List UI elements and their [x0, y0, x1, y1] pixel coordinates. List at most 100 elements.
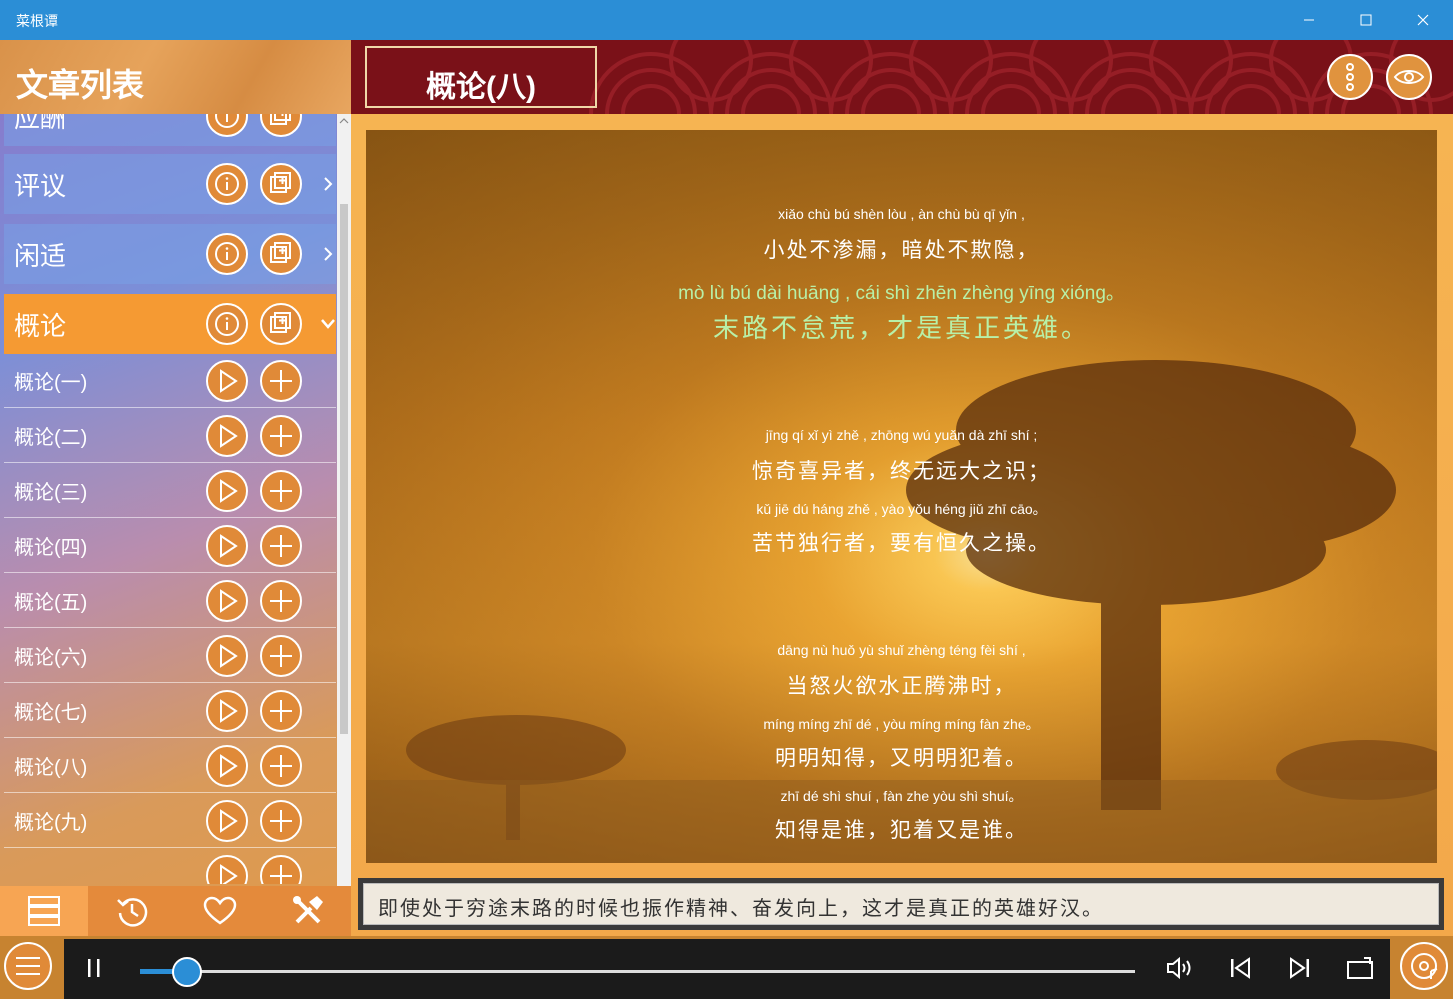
info-button[interactable] — [206, 233, 248, 275]
add-button[interactable] — [260, 634, 302, 677]
pause-button[interactable] — [80, 952, 108, 984]
list-item[interactable]: 概论(九) — [4, 794, 336, 848]
play-button[interactable] — [206, 855, 248, 884]
play-icon — [220, 588, 238, 613]
history-icon — [117, 898, 148, 927]
app-title: 菜根谭 — [16, 13, 58, 29]
add-all-icon — [270, 172, 291, 193]
previous-button[interactable] — [1222, 950, 1258, 986]
add-button[interactable] — [260, 855, 302, 884]
list-item[interactable]: 概论(六) — [4, 629, 336, 683]
add-button[interactable] — [260, 799, 302, 842]
play-button[interactable] — [206, 579, 248, 622]
category-row-pingyi[interactable]: 评议 — [4, 154, 336, 214]
scrollbar-thumb[interactable] — [340, 204, 348, 734]
info-icon — [215, 312, 239, 336]
play-button[interactable] — [206, 634, 248, 677]
eye-icon — [1393, 70, 1425, 84]
pinyin-line: jīng qí xǐ yì zhě , zhōng wú yuǎn dà zhī… — [765, 427, 1038, 443]
list-item[interactable]: 概论(三) — [4, 464, 336, 518]
music-disc-button[interactable] — [1400, 942, 1448, 990]
category-row-xianshi[interactable]: 闲适 — [4, 224, 336, 284]
list-item[interactable]: 概论(二) — [4, 409, 336, 463]
next-button[interactable] — [1282, 950, 1318, 986]
tab-settings[interactable] — [264, 886, 351, 936]
list-item[interactable]: 概论(五) — [4, 574, 336, 628]
close-icon — [1417, 14, 1429, 26]
add-button[interactable] — [260, 689, 302, 732]
play-button[interactable] — [206, 744, 248, 787]
chevron-right-icon — [320, 244, 336, 264]
category-row-gailun[interactable]: 概论 — [4, 294, 336, 354]
sidebar-header: 文章列表 — [0, 40, 351, 114]
category-label: 应酬 — [14, 114, 67, 133]
tools-icon — [293, 896, 323, 924]
article-title: 概论(三) — [14, 482, 88, 504]
plus-icon — [270, 809, 292, 832]
add-all-icon — [270, 312, 291, 333]
add-button[interactable] — [260, 524, 302, 567]
list-item[interactable]: 概论(四) — [4, 519, 336, 573]
sidebar: 文章列表 应酬 评议 闲适 概论 概论(一) 概论(二) 概论(三) 概论(四)… — [0, 40, 351, 936]
add-all-button[interactable] — [260, 163, 302, 205]
add-button[interactable] — [260, 469, 302, 512]
add-all-icon — [270, 242, 291, 263]
plus-icon — [270, 534, 292, 557]
list-scrollbar[interactable] — [337, 114, 351, 906]
pinyin-line: kǔ jiē dú háng zhě , yào yǒu héng jiǔ zh… — [756, 501, 1047, 517]
verse-line: 当怒火欲水正腾沸时， — [786, 674, 1017, 698]
progress-thumb[interactable] — [171, 957, 202, 987]
pause-icon — [88, 959, 100, 977]
play-icon — [220, 533, 238, 558]
title-bar: 菜根谭 — [0, 0, 1453, 40]
play-button[interactable] — [206, 359, 248, 402]
list-item[interactable]: 概论(八) — [4, 739, 336, 793]
skip-previous-icon — [1231, 957, 1250, 979]
add-button[interactable] — [260, 744, 302, 787]
add-button[interactable] — [260, 414, 302, 457]
plus-icon — [270, 699, 292, 722]
info-button[interactable] — [206, 114, 248, 137]
translation-text: 即使处于穷途末路的时候也振作精神、奋发向上，这才是真正的英雄好汉。 — [363, 883, 1439, 925]
plus-icon — [270, 754, 292, 777]
play-icon — [220, 643, 238, 668]
category-row-yingchou[interactable]: 应酬 — [4, 114, 336, 146]
list-item[interactable] — [4, 849, 336, 884]
play-button[interactable] — [206, 689, 248, 732]
more-button[interactable] — [1327, 54, 1373, 100]
info-button[interactable] — [206, 163, 248, 205]
play-button[interactable] — [206, 799, 248, 842]
minimize-button[interactable] — [1281, 0, 1337, 40]
verse-line: 知得是谁，犯着又是谁。 — [775, 818, 1028, 842]
add-all-button[interactable] — [260, 114, 302, 137]
tab-history[interactable] — [88, 886, 176, 936]
tab-list[interactable] — [0, 886, 88, 936]
tab-favorites[interactable] — [176, 886, 264, 936]
article-title: 概论(七) — [14, 702, 88, 724]
category-label: 概论 — [14, 310, 67, 341]
play-button[interactable] — [206, 414, 248, 457]
add-all-button[interactable] — [260, 303, 302, 345]
play-button[interactable] — [206, 524, 248, 567]
article-title: 概论(五) — [14, 592, 88, 614]
maximize-button[interactable] — [1338, 0, 1394, 40]
list-item[interactable]: 概论(七) — [4, 684, 336, 738]
info-button[interactable] — [206, 303, 248, 345]
info-icon — [215, 114, 239, 128]
add-button[interactable] — [260, 579, 302, 622]
article-list[interactable]: 应酬 评议 闲适 概论 概论(一) 概论(二) 概论(三) 概论(四) 概论(五… — [0, 114, 336, 884]
progress-track[interactable] — [140, 970, 1135, 973]
info-icon — [215, 172, 239, 196]
cast-button[interactable] — [1342, 950, 1378, 986]
verse-line: 惊奇喜异者，终无远大之识； — [752, 459, 1051, 483]
play-button[interactable] — [206, 469, 248, 512]
verse-line: 小处不渗漏，暗处不欺隐， — [763, 238, 1040, 262]
add-all-button[interactable] — [260, 233, 302, 275]
view-button[interactable] — [1386, 54, 1432, 100]
menu-button[interactable] — [4, 942, 52, 990]
page-title: 概论(八) — [426, 71, 536, 104]
list-item[interactable]: 概论(一) — [4, 354, 336, 408]
volume-button[interactable] — [1162, 950, 1198, 986]
close-button[interactable] — [1395, 0, 1451, 40]
add-button[interactable] — [260, 359, 302, 402]
